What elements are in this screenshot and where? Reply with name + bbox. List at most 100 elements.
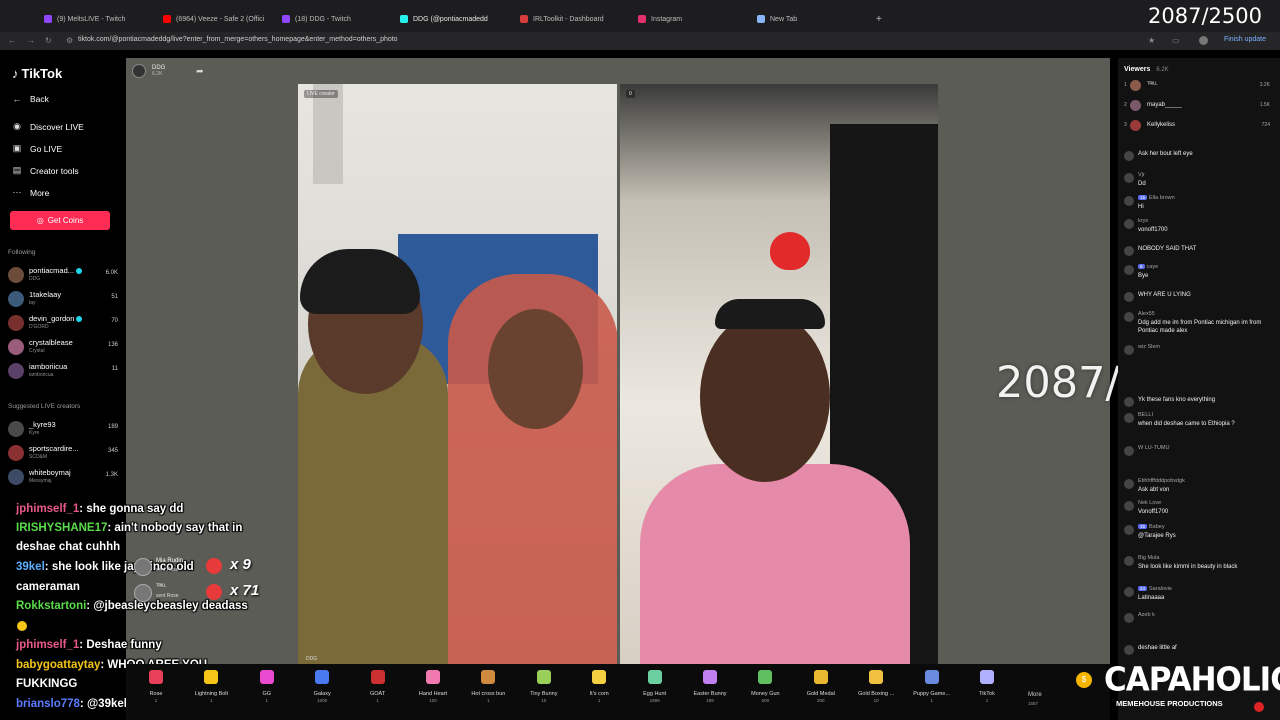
gift-icon bbox=[647, 670, 662, 684]
viewer-row[interactable]: 2 mayab_____ 1.5K bbox=[1124, 100, 1270, 112]
suggested-item[interactable]: whiteboymaj Messymaj 1.3K bbox=[8, 467, 120, 487]
tab-veeze[interactable]: (6964) Veeze - Safe 2 (Offici bbox=[163, 10, 273, 28]
avatar bbox=[1124, 312, 1134, 322]
gift-item[interactable]: It's corn 1 bbox=[571, 670, 627, 703]
get-coins-button[interactable]: ◎ Get Coins bbox=[10, 211, 110, 230]
twitch-icon bbox=[282, 15, 290, 23]
tiktok-note-icon: ♪ bbox=[12, 66, 19, 81]
tab-new[interactable]: New Tab bbox=[757, 10, 867, 28]
address-bar: ← → ↻ ⚙ tiktok.com/@pontiacmadeddg/live?… bbox=[0, 32, 1280, 50]
gift-icon bbox=[536, 670, 551, 684]
avatar bbox=[8, 339, 24, 355]
suggested-item[interactable]: _kyre93 Kyre 189 bbox=[8, 419, 120, 439]
viewer-row[interactable]: 3 Kellykeliss 724 bbox=[1124, 120, 1270, 132]
gift-item[interactable]: TikTok 1 bbox=[959, 670, 1015, 703]
sidebar-item-more[interactable]: ⋯ More bbox=[12, 187, 50, 198]
sidebar-item-creator-tools[interactable]: ▤ Creator tools bbox=[12, 165, 79, 176]
tab-ddg-twitch[interactable]: (18) DDG - Twitch bbox=[282, 10, 392, 28]
gift-icon bbox=[204, 670, 219, 684]
coin-icon[interactable]: $ bbox=[1076, 672, 1092, 688]
gift-item[interactable]: GOAT 1 bbox=[350, 670, 406, 703]
gift-item[interactable]: Egg Hunt 1999 bbox=[627, 670, 683, 703]
avatar bbox=[1124, 587, 1134, 597]
finish-update-button[interactable]: Finish update bbox=[1224, 36, 1266, 43]
live-icon: ◉ bbox=[13, 121, 21, 131]
site-info-icon[interactable]: ⚙ bbox=[66, 36, 73, 45]
level-badge: 24 bbox=[1138, 586, 1148, 591]
chat-line: jphimself_1: Deshae funny bbox=[16, 639, 162, 651]
gift-icon bbox=[315, 670, 330, 684]
gift-item[interactable]: GG 1 bbox=[239, 670, 295, 703]
avatar bbox=[1130, 120, 1141, 131]
avatar bbox=[1124, 645, 1134, 655]
level-badge: 15 bbox=[1138, 524, 1148, 529]
gift-icon bbox=[980, 670, 994, 684]
gift-icon bbox=[149, 670, 163, 684]
profile-avatar[interactable] bbox=[1199, 36, 1208, 45]
video-feed-left[interactable]: LIVE creator bbox=[298, 84, 617, 664]
tab-instagram[interactable]: Instagram bbox=[638, 10, 748, 28]
gift-item[interactable]: Hot cross bun 1 bbox=[460, 670, 516, 703]
more-gifts-button[interactable]: More 1557 bbox=[1028, 692, 1042, 706]
extensions-icon[interactable]: ▭ bbox=[1172, 36, 1180, 45]
avatar bbox=[1124, 446, 1134, 456]
chat-line bbox=[16, 620, 27, 632]
gift-item[interactable]: Lightning Bolt 1 bbox=[183, 670, 239, 703]
gift-item[interactable]: Galaxy 1000 bbox=[294, 670, 350, 703]
gift-item[interactable]: Gold Medal 200 bbox=[793, 670, 849, 703]
chat-line: IRISHYSHANE17: ain't nobody say that in bbox=[16, 522, 243, 534]
gift-notification: Mia Rudin sent Rose x 9 bbox=[134, 556, 284, 578]
avatar bbox=[8, 445, 24, 461]
gift-item[interactable]: Money Gun 500 bbox=[737, 670, 793, 703]
gift-item[interactable]: Hand Heart 100 bbox=[405, 670, 461, 703]
level-badge: 15 bbox=[1138, 195, 1148, 200]
tab-ddg-tiktok[interactable]: DDG (@pontiacmadedd bbox=[400, 10, 510, 28]
tiktok-icon bbox=[400, 15, 408, 23]
host-info[interactable]: DDG 6.2K bbox=[132, 64, 165, 78]
pink-pajamas bbox=[640, 464, 910, 664]
avatar bbox=[1124, 345, 1134, 355]
tab-meltslive[interactable]: (9) MeltsLIVE - Twitch bbox=[44, 10, 154, 28]
avatar bbox=[1124, 173, 1134, 183]
gift-icon bbox=[869, 670, 884, 684]
suggested-item[interactable]: sportscardire... SCD&M 345 bbox=[8, 443, 120, 463]
browser-tab-bar: (9) MeltsLIVE - Twitch (6964) Veeze - Sa… bbox=[0, 0, 1280, 32]
gift-icon bbox=[592, 670, 607, 684]
tab-irltoolkit[interactable]: IRLToolkit - Dashboard bbox=[520, 10, 630, 28]
share-arrow-icon[interactable]: ➦ bbox=[196, 66, 204, 77]
bookmark-star-icon[interactable]: ★ bbox=[1148, 36, 1155, 45]
following-item[interactable]: pontiacmad... DDG 6.0K bbox=[8, 265, 120, 285]
viewers-header[interactable]: Viewers 6.2K bbox=[1124, 66, 1169, 73]
avatar bbox=[1124, 525, 1134, 535]
new-tab-button[interactable]: + bbox=[876, 10, 886, 28]
avatar bbox=[134, 558, 152, 576]
verified-icon bbox=[76, 268, 83, 275]
avatar bbox=[8, 267, 24, 283]
tiktok-logo[interactable]: ♪ TikTok bbox=[12, 66, 62, 81]
reload-icon[interactable]: ↻ bbox=[45, 36, 52, 45]
coin-icon: ◎ bbox=[36, 216, 44, 225]
wall-vent bbox=[313, 84, 343, 184]
chat-line: jphimself_1: she gonna say dd bbox=[16, 503, 184, 515]
gift-item[interactable]: Gold Boxing ... 10 bbox=[848, 670, 904, 703]
sidebar-item-discover-live[interactable]: ◉ Discover LIVE bbox=[12, 121, 84, 132]
forward-arrow-icon[interactable]: → bbox=[27, 36, 35, 45]
gift-icon bbox=[370, 670, 385, 684]
video-feed-right[interactable]: 0 bbox=[620, 84, 938, 664]
gift-icon bbox=[426, 670, 440, 684]
following-item[interactable]: 1takelaay lay 51 bbox=[8, 289, 120, 309]
following-item[interactable]: devin_gordon D'GORD 70 bbox=[8, 313, 120, 333]
gift-item[interactable]: Puppy Game... 1 bbox=[904, 670, 960, 703]
back-arrow-icon[interactable]: ← bbox=[8, 36, 16, 45]
sidebar-item-go-live[interactable]: ▣ Go LIVE bbox=[12, 143, 62, 154]
gift-item[interactable]: Tiny Bunny 10 bbox=[516, 670, 572, 703]
verified-icon bbox=[76, 316, 83, 323]
back-link[interactable]: ← Back bbox=[12, 94, 49, 104]
url-field[interactable]: tiktok.com/@pontiacmadeddg/live?enter_fr… bbox=[78, 36, 398, 43]
following-item[interactable]: iamboriicua iamboricua 11 bbox=[8, 361, 120, 381]
following-item[interactable]: crystalblease Crystal 136 bbox=[8, 337, 120, 357]
gift-icon bbox=[758, 670, 773, 684]
viewer-row[interactable]: 1 ᵀᴿᴵᴸᴸ 3.2K bbox=[1124, 80, 1270, 92]
gift-item[interactable]: Rose 1 bbox=[128, 670, 184, 703]
gift-item[interactable]: Easter Bunny 199 bbox=[682, 670, 738, 703]
